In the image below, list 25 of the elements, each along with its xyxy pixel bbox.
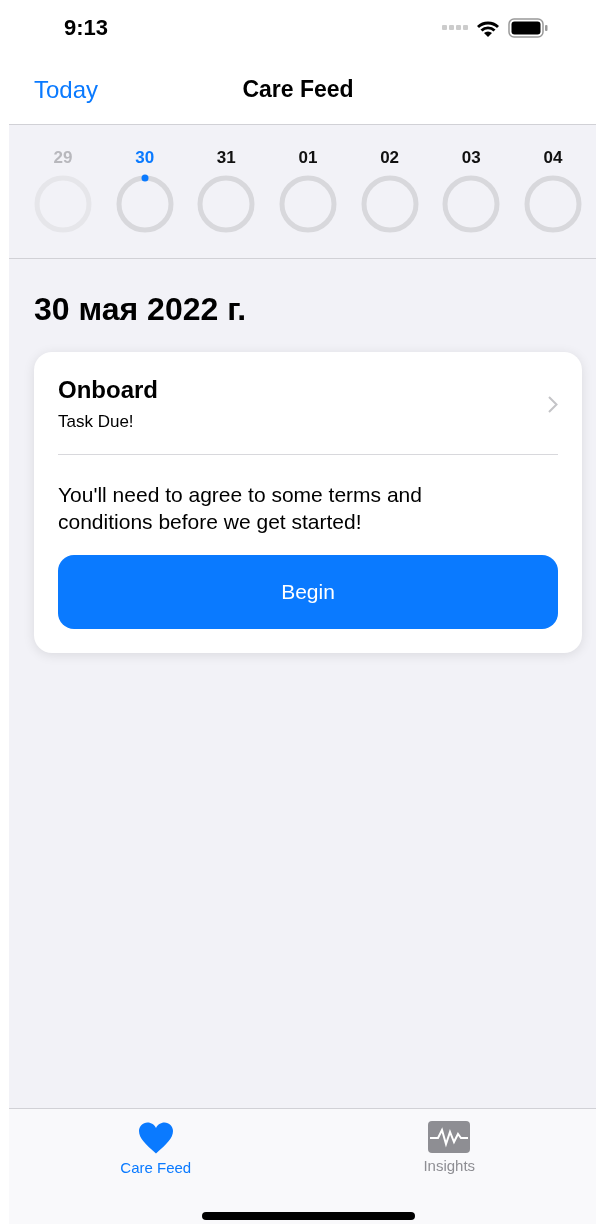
task-description: You'll need to agree to some terms and conditions before we get started!	[58, 482, 423, 535]
day-label[interactable]: 04	[543, 148, 563, 168]
tab-label[interactable]: Insights	[423, 1157, 476, 1174]
battery-icon	[508, 17, 548, 38]
day-progress-ring[interactable]	[359, 174, 420, 234]
task-subtitle: Task Due!	[58, 412, 135, 432]
day-progress-ring[interactable]	[441, 174, 502, 234]
day-progress-ring[interactable]	[114, 174, 175, 234]
status-time: 9:13	[64, 14, 109, 41]
day-label[interactable]: 01	[298, 148, 318, 168]
date-heading: 30 мая 2022 г.	[34, 291, 248, 328]
task-title: Onboard	[58, 376, 158, 404]
day-progress-ring[interactable]	[196, 174, 257, 234]
tab-label[interactable]: Care Feed	[120, 1159, 192, 1176]
day-label[interactable]: 03	[461, 148, 481, 168]
begin-button[interactable]: Begin	[58, 555, 558, 629]
today-link[interactable]: Today	[34, 75, 99, 104]
day-progress-ring[interactable]	[277, 174, 338, 234]
signal-icon	[442, 25, 468, 30]
day-label[interactable]: 30	[135, 148, 155, 168]
day-progress-ring[interactable]	[522, 174, 583, 234]
day-label[interactable]: 31	[216, 148, 236, 168]
nav-title: Care Feed	[242, 76, 354, 103]
chevron-right-icon[interactable]	[548, 395, 558, 413]
day-label[interactable]: 02	[380, 148, 400, 168]
